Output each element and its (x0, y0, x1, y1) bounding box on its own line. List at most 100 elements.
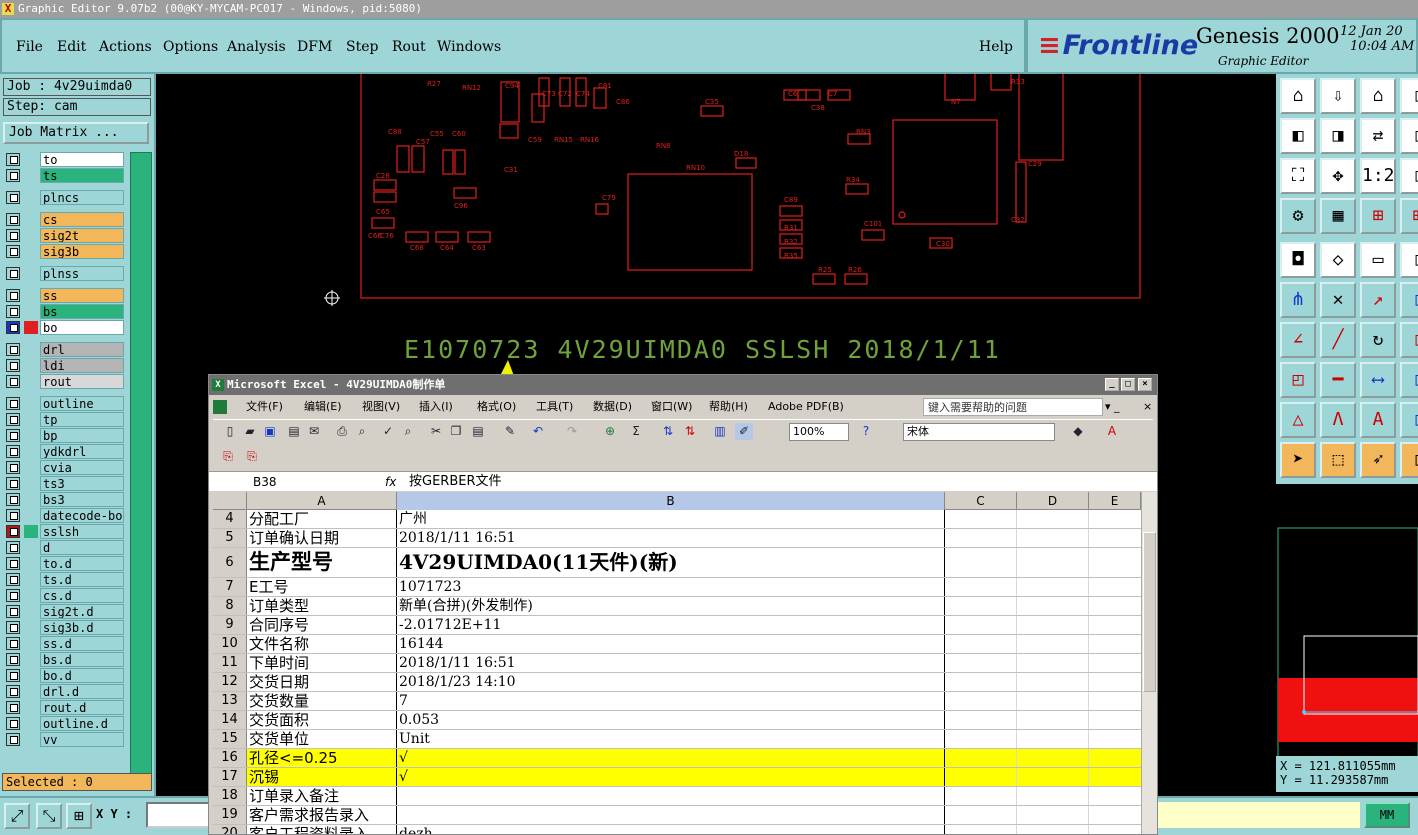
cell-c[interactable] (945, 597, 1017, 615)
cell-e[interactable] (1089, 578, 1141, 596)
layer-checkbox[interactable] (6, 305, 20, 318)
layer-checkbox[interactable] (6, 557, 20, 570)
cell-d[interactable] (1017, 510, 1089, 528)
connect-icon[interactable]: ⋔ (1280, 282, 1316, 318)
layer-checkbox[interactable] (6, 493, 20, 506)
extra-fit-icon[interactable]: ▯ (1400, 158, 1418, 194)
cell-c[interactable] (945, 787, 1017, 805)
cell-e[interactable] (1089, 529, 1141, 547)
layer-checkbox[interactable] (6, 267, 20, 280)
layer-row[interactable]: ss (4, 288, 124, 303)
extra-move-icon[interactable]: ▯ (1400, 282, 1418, 318)
row-header[interactable]: 9 (213, 616, 247, 634)
layer-checkbox[interactable] (6, 621, 20, 634)
layer-row[interactable]: vv (4, 732, 124, 747)
menu-windows[interactable]: Windows (437, 39, 501, 55)
cell-c[interactable] (945, 510, 1017, 528)
affected-layer-marker[interactable] (24, 525, 38, 538)
column-header-e[interactable]: E (1089, 492, 1141, 510)
layer-checkbox[interactable] (6, 589, 20, 602)
layer-name[interactable]: bp (40, 428, 124, 443)
cell-a[interactable]: 文件名称 (247, 635, 397, 653)
column-header-b[interactable]: B (397, 492, 945, 510)
cell-c[interactable] (945, 730, 1017, 748)
cell-d[interactable] (1017, 548, 1089, 577)
cell-b[interactable] (397, 787, 945, 805)
layer-checkbox[interactable] (6, 213, 20, 226)
cell-a[interactable]: 沉锡 (247, 768, 397, 786)
cell-a[interactable]: 订单类型 (247, 597, 397, 615)
pdf-email-icon[interactable]: ⎘ (243, 448, 261, 465)
row-header[interactable]: 16 (213, 749, 247, 767)
maximize-icon[interactable]: □ (1121, 378, 1135, 391)
save-icon[interactable]: ▣ (261, 423, 279, 440)
units-button[interactable]: MM (1364, 802, 1410, 828)
cell-a[interactable]: 交货单位 (247, 730, 397, 748)
layer-name[interactable]: drl.d (40, 684, 124, 699)
layer-checkbox[interactable] (6, 343, 20, 356)
triangle-icon[interactable]: △ (1280, 402, 1316, 438)
cell-d[interactable] (1017, 635, 1089, 653)
layer-checkbox[interactable] (6, 541, 20, 554)
cell-e[interactable] (1089, 597, 1141, 615)
cell-b[interactable]: dezh (397, 825, 945, 834)
font-select[interactable]: 宋体 (903, 423, 1055, 441)
layer-name[interactable]: sslsh (40, 524, 124, 539)
layer-name[interactable]: outline (40, 396, 124, 411)
cell-e[interactable] (1089, 787, 1141, 805)
new-icon[interactable]: ▯ (221, 423, 239, 440)
hyperlink-icon[interactable]: ⊕ (601, 423, 619, 440)
ratio-icon[interactable]: 1:2 (1360, 158, 1396, 194)
workbook-icon[interactable] (213, 400, 227, 414)
cell-d[interactable] (1017, 529, 1089, 547)
extra-angle-icon[interactable]: ▯ (1400, 322, 1418, 358)
layer-checkbox[interactable] (6, 653, 20, 666)
cell-c[interactable] (945, 616, 1017, 634)
layer-checkbox[interactable] (6, 413, 20, 426)
row-header[interactable]: 4 (213, 510, 247, 528)
cell-e[interactable] (1089, 673, 1141, 691)
layer-checkbox[interactable] (6, 717, 20, 730)
snap-icon[interactable]: ⊞ (1360, 198, 1396, 234)
row-header[interactable]: 20 (213, 825, 247, 834)
settings-icon[interactable]: ⚙ (1280, 198, 1316, 234)
layer-list-scrollbar[interactable] (130, 152, 152, 790)
redo-icon[interactable]: ↷ (563, 423, 581, 440)
extra-pan-icon[interactable]: ▯ (1400, 118, 1418, 154)
job-matrix-button[interactable]: Job Matrix ... (3, 122, 149, 144)
pan-right-icon[interactable]: ◨ (1320, 118, 1356, 154)
chart-wizard-icon[interactable]: ▥ (711, 423, 729, 440)
row-header[interactable]: 6 (213, 548, 247, 577)
cell-a[interactable]: 生产型号 (247, 548, 397, 577)
cell-e[interactable] (1089, 616, 1141, 634)
formula-input[interactable]: 按GERBER文件 (409, 473, 502, 491)
xmenu-adobe-pdf[interactable]: Adobe PDF(B) (768, 397, 844, 417)
layer-checkbox[interactable] (6, 229, 20, 242)
cell-b[interactable]: 新单(合拼)(外发制作) (397, 597, 945, 615)
layer-row[interactable]: rout (4, 374, 124, 389)
layer-name[interactable]: rout (40, 374, 124, 389)
doc-close-icon[interactable]: × (1143, 397, 1152, 417)
layer-row[interactable]: to (4, 152, 124, 167)
layer-checkbox[interactable] (6, 321, 20, 334)
layer-row[interactable]: datecode-bo (4, 508, 124, 523)
column-header-d[interactable]: D (1017, 492, 1089, 510)
layer-name[interactable]: d (40, 540, 124, 555)
cell-d[interactable] (1017, 825, 1089, 834)
cell-a[interactable]: 客户需求报告录入 (247, 806, 397, 824)
menu-dfm[interactable]: DFM (297, 39, 332, 55)
menu-file[interactable]: File (16, 39, 43, 55)
row-header[interactable]: 14 (213, 711, 247, 729)
layer-checkbox[interactable] (6, 477, 20, 490)
layer-row[interactable]: cs (4, 212, 124, 227)
layer-name[interactable]: plnss (40, 266, 124, 281)
menu-options[interactable]: Options (163, 39, 218, 55)
swap-icon[interactable]: ⇄ (1360, 118, 1396, 154)
peak-icon[interactable]: Λ (1320, 402, 1356, 438)
fill-color-icon[interactable]: ◆ (1069, 423, 1087, 440)
layer-name[interactable]: bo.d (40, 668, 124, 683)
email-icon[interactable]: ✉ (305, 423, 323, 440)
snap-tool-icon[interactable]: ⤡ (36, 803, 62, 829)
cell-c[interactable] (945, 654, 1017, 672)
layer-name[interactable]: sig3b.d (40, 620, 124, 635)
